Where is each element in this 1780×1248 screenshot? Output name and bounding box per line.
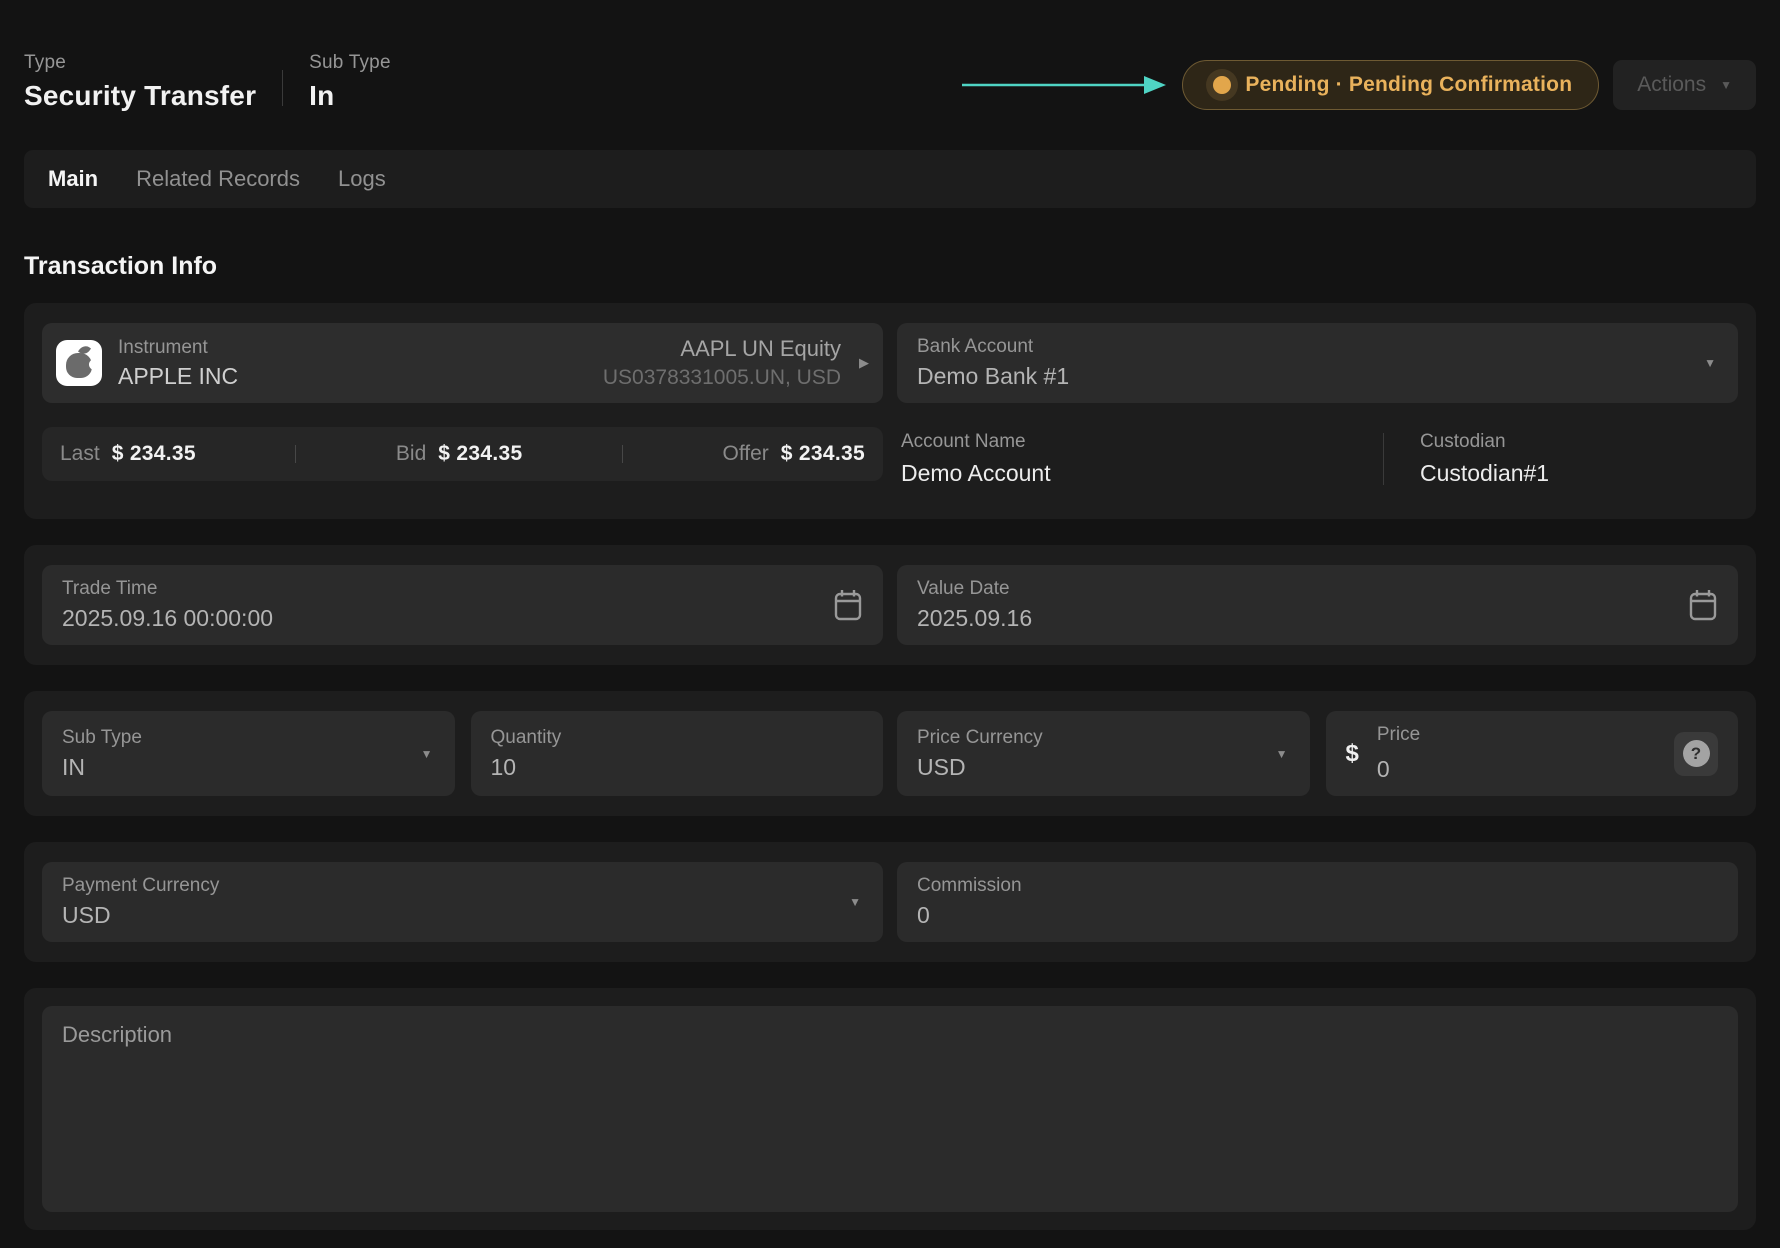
price-field[interactable]: $ Price 0 ? — [1326, 711, 1739, 796]
sub-type-select[interactable]: Sub Type IN ▼ — [42, 711, 455, 796]
description-textarea[interactable] — [42, 1006, 1738, 1212]
custodian-value: Custodian#1 — [1420, 460, 1738, 487]
description-panel — [24, 988, 1756, 1230]
amounts-left: Sub Type IN ▼ Quantity 10 — [42, 711, 883, 796]
chevron-down-icon: ▼ — [421, 748, 433, 760]
tab-bar: Main Related Records Logs — [24, 150, 1756, 208]
value-date-value: 2025.09.16 — [917, 605, 1718, 632]
status-badge-label: Pending · Pending Confirmation — [1245, 73, 1572, 97]
quantity-label: Quantity — [491, 727, 864, 749]
transaction-detail-page: Type Security Transfer Sub Type In Pendi… — [0, 0, 1780, 1248]
account-divider — [1383, 433, 1384, 485]
calendar-icon[interactable] — [833, 589, 863, 622]
instrument-bank-panel: Instrument APPLE INC AAPL UN Equity US03… — [24, 303, 1756, 519]
quote-last-label: Last — [60, 442, 100, 466]
payment-currency-label: Payment Currency — [62, 875, 863, 897]
quote-bid-value: $ 234.35 — [438, 442, 522, 466]
price-help-button[interactable]: ? — [1674, 732, 1718, 776]
chevron-down-icon: ▼ — [1276, 748, 1288, 760]
chevron-down-icon: ▼ — [849, 896, 861, 908]
price-value: 0 — [1377, 756, 1420, 783]
sub-type-value: IN — [62, 754, 435, 781]
subtype-label: Sub Type — [309, 52, 391, 74]
account-name-cell: Account Name Demo Account — [901, 431, 1051, 487]
type-value: Security Transfer — [24, 80, 256, 112]
instrument-column: Instrument APPLE INC AAPL UN Equity US03… — [42, 323, 883, 487]
price-stack: Price 0 — [1377, 724, 1420, 783]
value-date-field[interactable]: Value Date 2025.09.16 — [897, 565, 1738, 645]
actions-button-label: Actions — [1637, 73, 1706, 97]
custodian-cell: Custodian Custodian#1 — [1420, 431, 1738, 487]
status-dot-icon — [1213, 76, 1231, 94]
quote-last-value: $ 234.35 — [112, 442, 196, 466]
instrument-right: AAPL UN Equity US0378331005.UN, USD — [603, 336, 841, 390]
instrument-field[interactable]: Instrument APPLE INC AAPL UN Equity US03… — [42, 323, 883, 403]
header-divider — [282, 70, 283, 106]
trade-time-label: Trade Time — [62, 578, 863, 600]
instrument-label: Instrument — [118, 337, 238, 359]
instrument-name: APPLE INC — [118, 363, 238, 390]
trade-time-value: 2025.09.16 00:00:00 — [62, 605, 863, 632]
quote-divider — [295, 445, 296, 463]
annotation-arrow-icon — [960, 72, 1168, 98]
subtype-value: In — [309, 80, 391, 112]
payment-currency-select[interactable]: Payment Currency USD ▼ — [42, 862, 883, 942]
payment-panel: Payment Currency USD ▼ Commission 0 — [24, 842, 1756, 962]
question-mark-icon: ? — [1683, 740, 1710, 767]
type-block: Type Security Transfer — [24, 52, 256, 112]
chevron-down-icon: ▼ — [1720, 79, 1732, 91]
commission-value: 0 — [917, 902, 1718, 929]
price-currency-select[interactable]: Price Currency USD ▼ — [897, 711, 1310, 796]
price-currency-label: Price Currency — [917, 727, 1290, 749]
calendar-icon[interactable] — [1688, 589, 1718, 622]
trade-time-field[interactable]: Trade Time 2025.09.16 00:00:00 — [42, 565, 883, 645]
section-title: Transaction Info — [24, 252, 1756, 281]
dates-panel: Trade Time 2025.09.16 00:00:00 Value Dat… — [24, 545, 1756, 665]
quote-divider — [622, 445, 623, 463]
commission-label: Commission — [917, 875, 1718, 897]
status-badge[interactable]: Pending · Pending Confirmation — [1182, 60, 1599, 110]
quote-bar: Last $ 234.35 Bid $ 234.35 Offer $ 234.3… — [42, 427, 883, 481]
apple-logo-icon — [56, 340, 102, 386]
account-name-value: Demo Account — [901, 460, 1051, 487]
bank-account-value: Demo Bank #1 — [917, 363, 1718, 390]
quote-offer-value: $ 234.35 — [781, 442, 865, 466]
chevron-right-icon: ▶ — [859, 355, 869, 371]
sub-type-label: Sub Type — [62, 727, 435, 749]
quote-offer-label: Offer — [723, 442, 769, 466]
header-right: Pending · Pending Confirmation Actions ▼ — [960, 60, 1756, 110]
dollar-icon: $ — [1346, 740, 1359, 768]
bank-column: Bank Account Demo Bank #1 ▼ Account Name… — [897, 323, 1738, 487]
account-info-row: Account Name Demo Account Custodian Cust… — [897, 431, 1738, 487]
instrument-isin: US0378331005.UN, USD — [603, 366, 841, 390]
quantity-field[interactable]: Quantity 10 — [471, 711, 884, 796]
amounts-right: Price Currency USD ▼ $ Price 0 ? — [897, 711, 1738, 796]
tab-logs[interactable]: Logs — [338, 166, 386, 192]
bank-account-select[interactable]: Bank Account Demo Bank #1 ▼ — [897, 323, 1738, 403]
actions-button[interactable]: Actions ▼ — [1613, 60, 1756, 110]
type-label: Type — [24, 52, 256, 74]
bank-account-label: Bank Account — [917, 336, 1718, 358]
account-name-label: Account Name — [901, 431, 1051, 453]
instrument-ticker: AAPL UN Equity — [680, 336, 841, 362]
payment-currency-value: USD — [62, 902, 863, 929]
custodian-label: Custodian — [1420, 431, 1738, 453]
tab-main[interactable]: Main — [48, 166, 98, 192]
page-header: Type Security Transfer Sub Type In Pendi… — [24, 0, 1756, 112]
subtype-block: Sub Type In — [309, 52, 391, 112]
quote-last: Last $ 234.35 — [60, 442, 196, 466]
quantity-value: 10 — [491, 754, 864, 781]
instrument-left: Instrument APPLE INC — [118, 337, 238, 390]
tab-related-records[interactable]: Related Records — [136, 166, 300, 192]
quote-bid: Bid $ 234.35 — [396, 442, 523, 466]
amounts-panel: Sub Type IN ▼ Quantity 10 Price Currency… — [24, 691, 1756, 816]
chevron-down-icon: ▼ — [1704, 357, 1716, 369]
commission-field[interactable]: Commission 0 — [897, 862, 1738, 942]
price-currency-value: USD — [917, 754, 1290, 781]
quote-bid-label: Bid — [396, 442, 426, 466]
quote-offer: Offer $ 234.35 — [723, 442, 865, 466]
price-label: Price — [1377, 724, 1420, 746]
value-date-label: Value Date — [917, 578, 1718, 600]
